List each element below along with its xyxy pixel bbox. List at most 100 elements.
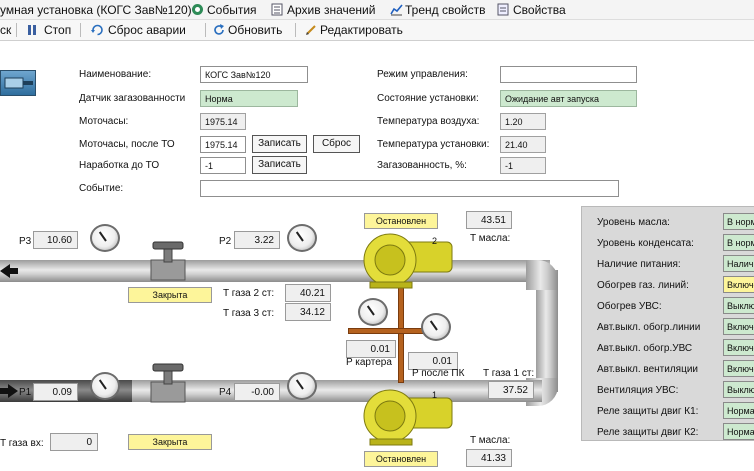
window-title: умная установка (КОГС Зав№120) (0, 3, 192, 17)
panel-row-status: В норме (723, 213, 754, 230)
pressure-gauge-p3-icon (90, 224, 120, 252)
reset-alarm-icon (91, 24, 104, 39)
menu-events[interactable]: События (207, 3, 257, 17)
air-temp-label: Температура воздуха: (377, 116, 480, 127)
gas-t2-value: 40.21 (285, 284, 331, 302)
gas-sensor-status: Норма (200, 90, 298, 107)
start-button[interactable]: ск (0, 23, 11, 37)
control-mode-label: Режим управления: (377, 69, 468, 80)
toolbar-divider (80, 23, 81, 37)
menu-archive[interactable]: Архив значений (287, 3, 375, 17)
state-status: Ожидание авт запуска (500, 90, 637, 107)
after-pk-pressure-label: P после ПК (412, 368, 465, 379)
pipe-elbow-top (526, 260, 558, 290)
p4-value: -0.00 (234, 383, 280, 401)
compressor-1-status: Остановлен (364, 451, 438, 467)
toolbar-divider (205, 23, 206, 37)
panel-row-label: Обогрев УВС: (597, 301, 662, 312)
trend-icon (390, 3, 403, 19)
unit-icon (0, 70, 36, 96)
panel-row-label: Реле защиты двиг К2: (597, 427, 699, 438)
p2-label: P2 (219, 236, 232, 247)
oil-temp-bottom-label: T масла: (470, 435, 511, 446)
write-runtime-button[interactable]: Записать (252, 156, 307, 174)
inlet-arrow-icon (0, 384, 18, 398)
control-mode-field (500, 66, 637, 83)
write-motohours-button[interactable]: Записать (252, 135, 307, 153)
menu-bar: умная установка (КОГС Зав№120) События А… (0, 0, 754, 20)
p3-value: 10.60 (33, 231, 78, 249)
gas-t3-label: T газа 3 ст: (223, 308, 275, 319)
motohours-to-field[interactable]: 1975.14 (200, 136, 246, 153)
panel-row-label: Уровень конденсата: (597, 238, 694, 249)
panel-row-label: Обогрев газ. линий: (597, 280, 689, 291)
panel-row-status: Выключен (723, 381, 754, 398)
panel-row-status: Включен (723, 339, 754, 356)
gas-t1-label: T газа 1 ст: (483, 368, 535, 379)
properties-icon (497, 3, 509, 19)
pressure-gauge-p1-icon (90, 372, 120, 400)
panel-row-label: Авт.выкл. обогр.УВС (597, 343, 693, 354)
gas-level-value: -1 (500, 157, 546, 174)
stop-button[interactable]: Стоп (44, 23, 71, 37)
p2-value: 3.22 (234, 231, 280, 249)
motohours-value: 1975.14 (200, 113, 246, 130)
compressor-1-icon[interactable] (360, 384, 456, 448)
event-label: Событие: (79, 183, 124, 194)
refresh-button[interactable]: Обновить (228, 23, 282, 37)
pressure-gauge-p4-icon (287, 372, 317, 400)
panel-row-label: Реле защиты двиг К1: (597, 406, 699, 417)
panel-row-label: Наличие питания: (597, 259, 681, 270)
oil-temp-top-label: T масла: (470, 233, 511, 244)
unit-temp-label: Температура установки: (377, 139, 490, 150)
air-temp-value: 1.20 (500, 113, 546, 130)
status-panel: Уровень масла: В норме Уровень конденсата:… (581, 206, 754, 441)
panel-row-status: Включен (723, 360, 754, 377)
event-field[interactable] (200, 180, 619, 197)
runtime-to-field[interactable]: -1 (200, 157, 246, 174)
edit-icon (305, 24, 317, 39)
stop-icon (27, 24, 39, 39)
valve-bottom-icon[interactable] (143, 360, 193, 410)
panel-row-status: Норма (723, 402, 754, 419)
gas-in-temp-value: 0 (50, 433, 98, 451)
p1-value: 0.09 (33, 383, 78, 401)
events-icon (191, 3, 204, 19)
compressor-2-status: Остановлен (364, 213, 438, 229)
crankcase-pressure-label: P картера (346, 357, 392, 368)
p1-label: P1 (19, 387, 32, 398)
panel-row-status: В норме (723, 234, 754, 251)
outlet-arrow-icon (0, 264, 18, 278)
crankcase-pipe-vertical (398, 285, 404, 383)
motohours-label: Моточасы: (79, 116, 129, 127)
name-field[interactable]: КОГС Зав№120 (200, 66, 308, 83)
name-label: Наименование: (79, 69, 152, 80)
panel-row-status: Норма (723, 423, 754, 440)
pressure-gauge-p2-icon (287, 224, 317, 252)
edit-button[interactable]: Редактировать (320, 23, 403, 37)
reset-motohours-button[interactable]: Сброс (313, 135, 360, 153)
valve-top-icon[interactable] (143, 238, 193, 288)
gas-t2-label: T газа 2 ст: (223, 288, 275, 299)
menu-properties[interactable]: Свойства (513, 3, 566, 17)
p4-label: P4 (219, 387, 232, 398)
compressor-2-icon[interactable] (360, 230, 456, 290)
compressor-1-number: 1 (432, 390, 438, 400)
p3-label: P3 (19, 236, 32, 247)
toolbar-divider (295, 23, 296, 37)
panel-row-label: Вентиляция УВС: (597, 385, 679, 396)
panel-row-status: Включен (723, 318, 754, 335)
discharge-pipe (0, 260, 550, 282)
crankcase-pressure-value: 0.01 (346, 340, 396, 358)
gas-t3-value: 34.12 (285, 303, 331, 321)
archive-icon (271, 3, 283, 19)
menu-trend[interactable]: Тренд свойств (405, 3, 485, 17)
toolbar: ск Стоп Сброс аварии Обновить Редактиров… (0, 20, 754, 41)
interstage-pipe (132, 380, 542, 402)
refresh-icon (213, 24, 225, 39)
reset-alarm-button[interactable]: Сброс аварии (108, 23, 186, 37)
pressure-gauge-after-pk-icon (421, 313, 451, 341)
gas-t1-value: 37.52 (488, 381, 534, 399)
state-label: Состояние установки: (377, 93, 479, 104)
unit-temp-value: 21.40 (500, 136, 546, 153)
